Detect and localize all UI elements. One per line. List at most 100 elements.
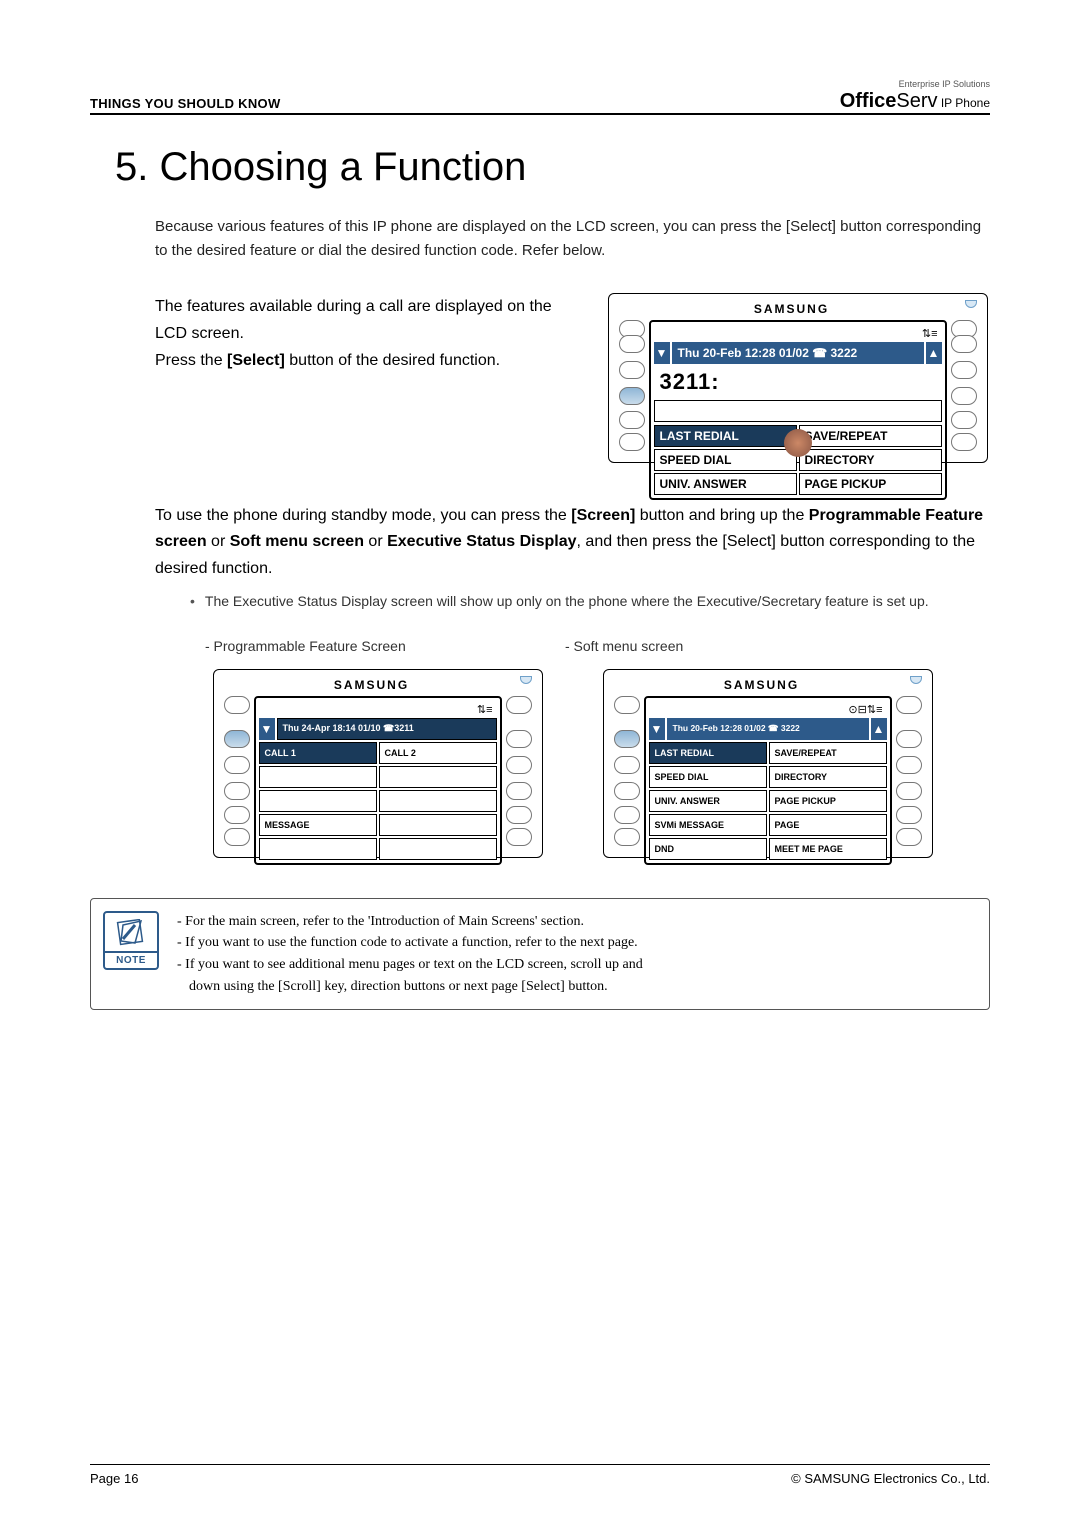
feature-btn[interactable]: PAGE	[769, 814, 887, 836]
feature-btn[interactable]: SPEED DIAL	[649, 766, 767, 788]
feature-btn[interactable]: SVMi MESSAGE	[649, 814, 767, 836]
select-button[interactable]	[951, 335, 977, 353]
page-footer: Page 16 © SAMSUNG Electronics Co., Ltd.	[90, 1464, 990, 1486]
status-icons: ⇅≡	[654, 325, 942, 342]
intro-paragraph: Because various features of this IP phon…	[155, 215, 990, 263]
select-button[interactable]	[224, 828, 250, 846]
select-button[interactable]	[506, 782, 532, 800]
feature-btn[interactable]	[259, 790, 377, 812]
feature-btn[interactable]: SAVE/REPEAT	[769, 742, 887, 764]
feature-btn[interactable]: MESSAGE	[259, 814, 377, 836]
led-icon	[910, 676, 922, 684]
select-button[interactable]	[506, 756, 532, 774]
bottom-figures: SAMSUNG ⇅≡ ▼ Thu 24-Apr 18:14 01/10 ☎321…	[155, 669, 990, 858]
select-button[interactable]	[896, 828, 922, 846]
lcd-brand: SAMSUNG	[614, 678, 922, 696]
scroll-down-icon[interactable]: ▼	[649, 718, 665, 740]
feature-btn[interactable]: LAST REDIAL	[654, 425, 797, 447]
note-callout: NOTE - For the main screen, refer to the…	[90, 898, 990, 1011]
content-body: Because various features of this IP phon…	[155, 215, 990, 858]
feature-btn[interactable]	[379, 838, 497, 860]
page-header: THINGS YOU SHOULD KNOW Enterprise IP Sol…	[90, 80, 990, 115]
select-button[interactable]	[614, 756, 640, 774]
select-button[interactable]	[896, 730, 922, 748]
feature-btn[interactable]: CALL 1	[259, 742, 377, 764]
select-button[interactable]	[619, 433, 645, 451]
select-button[interactable]	[224, 806, 250, 824]
feature-btn[interactable]	[259, 766, 377, 788]
note-icon: NOTE	[103, 911, 159, 970]
instruction-with-figure: The features available during a call are…	[155, 293, 990, 463]
note-body: - For the main screen, refer to the 'Int…	[177, 911, 643, 998]
select-button[interactable]	[896, 806, 922, 824]
header-brand: Enterprise IP Solutions OfficeServ IP Ph…	[840, 80, 990, 111]
note-label: NOTE	[105, 951, 157, 968]
feature-btn[interactable]: SAVE/REPEAT	[799, 425, 942, 447]
select-button[interactable]	[614, 782, 640, 800]
select-button[interactable]	[619, 361, 645, 379]
select-button[interactable]	[951, 387, 977, 405]
select-button[interactable]	[506, 696, 532, 714]
status-icons: ⊙⊟⇅≡	[649, 701, 887, 718]
select-button[interactable]	[896, 696, 922, 714]
select-button-active[interactable]	[619, 387, 645, 405]
date-bar: Thu 20-Feb 12:28 01/02 ☎ 3222	[667, 718, 869, 740]
page-number: Page 16	[90, 1471, 138, 1486]
feature-btn[interactable]: LAST REDIAL	[649, 742, 767, 764]
select-button[interactable]	[951, 433, 977, 451]
select-button[interactable]	[896, 756, 922, 774]
select-button-active[interactable]	[614, 730, 640, 748]
phone-lcd-figure-soft: SAMSUNG ⊙⊟⇅≡ ▼ Thu 20-Feb 12:28 01/02 ☎ …	[603, 669, 933, 858]
feature-btn[interactable]: UNIV. ANSWER	[649, 790, 767, 812]
feature-btn[interactable]: DND	[649, 838, 767, 860]
select-button[interactable]	[896, 782, 922, 800]
caption-left: - Programmable Feature Screen	[205, 638, 505, 654]
select-button[interactable]	[224, 696, 250, 714]
brand-logo: OfficeServ IP Phone	[840, 90, 990, 112]
date-bar: Thu 20-Feb 12:28 01/02 ☎ 3222	[672, 342, 924, 364]
select-button[interactable]	[619, 335, 645, 353]
phone-lcd-figure-prog: SAMSUNG ⇅≡ ▼ Thu 24-Apr 18:14 01/10 ☎321…	[213, 669, 543, 858]
scroll-up-icon[interactable]: ▲	[926, 342, 942, 364]
feature-btn[interactable]: PAGE PICKUP	[769, 790, 887, 812]
header-section-title: THINGS YOU SHOULD KNOW	[90, 96, 281, 111]
led-icon	[520, 676, 532, 684]
page-title: 5. Choosing a Function	[115, 145, 990, 190]
scroll-up-icon[interactable]: ▲	[871, 718, 887, 740]
feature-btn[interactable]	[259, 838, 377, 860]
feature-btn[interactable]: CALL 2	[379, 742, 497, 764]
feature-btn[interactable]: MEET ME PAGE	[769, 838, 887, 860]
status-icons: ⇅≡	[259, 701, 497, 718]
select-button[interactable]	[614, 828, 640, 846]
feature-btn[interactable]: UNIV. ANSWER	[654, 473, 797, 495]
extension-number: 3211:	[654, 367, 942, 397]
scroll-down-icon[interactable]: ▼	[654, 342, 670, 364]
select-button[interactable]	[614, 696, 640, 714]
select-button[interactable]	[951, 411, 977, 429]
feature-btn[interactable]: DIRECTORY	[799, 449, 942, 471]
select-button-active[interactable]	[224, 730, 250, 748]
standby-paragraph: To use the phone during standby mode, yo…	[155, 503, 990, 582]
feature-btn[interactable]: SPEED DIAL	[654, 449, 797, 471]
feature-btn[interactable]: PAGE PICKUP	[799, 473, 942, 495]
select-button[interactable]	[224, 756, 250, 774]
feature-btn[interactable]: DIRECTORY	[769, 766, 887, 788]
feature-btn[interactable]	[379, 766, 497, 788]
lcd-brand: SAMSUNG	[619, 302, 977, 320]
select-button[interactable]	[614, 806, 640, 824]
lcd-brand: SAMSUNG	[224, 678, 532, 696]
instruction-text: The features available during a call are…	[155, 293, 573, 375]
globe-icon	[784, 429, 812, 457]
select-button[interactable]	[224, 782, 250, 800]
feature-btn[interactable]	[379, 790, 497, 812]
scroll-down-icon[interactable]: ▼	[259, 718, 275, 740]
caption-right: - Soft menu screen	[565, 638, 683, 654]
select-button[interactable]	[619, 411, 645, 429]
select-button[interactable]	[951, 361, 977, 379]
date-bar: Thu 24-Apr 18:14 01/10 ☎3211	[277, 718, 497, 740]
select-button[interactable]	[506, 828, 532, 846]
select-button[interactable]	[506, 806, 532, 824]
feature-btn[interactable]	[379, 814, 497, 836]
copyright: © SAMSUNG Electronics Co., Ltd.	[791, 1471, 990, 1486]
select-button[interactable]	[506, 730, 532, 748]
